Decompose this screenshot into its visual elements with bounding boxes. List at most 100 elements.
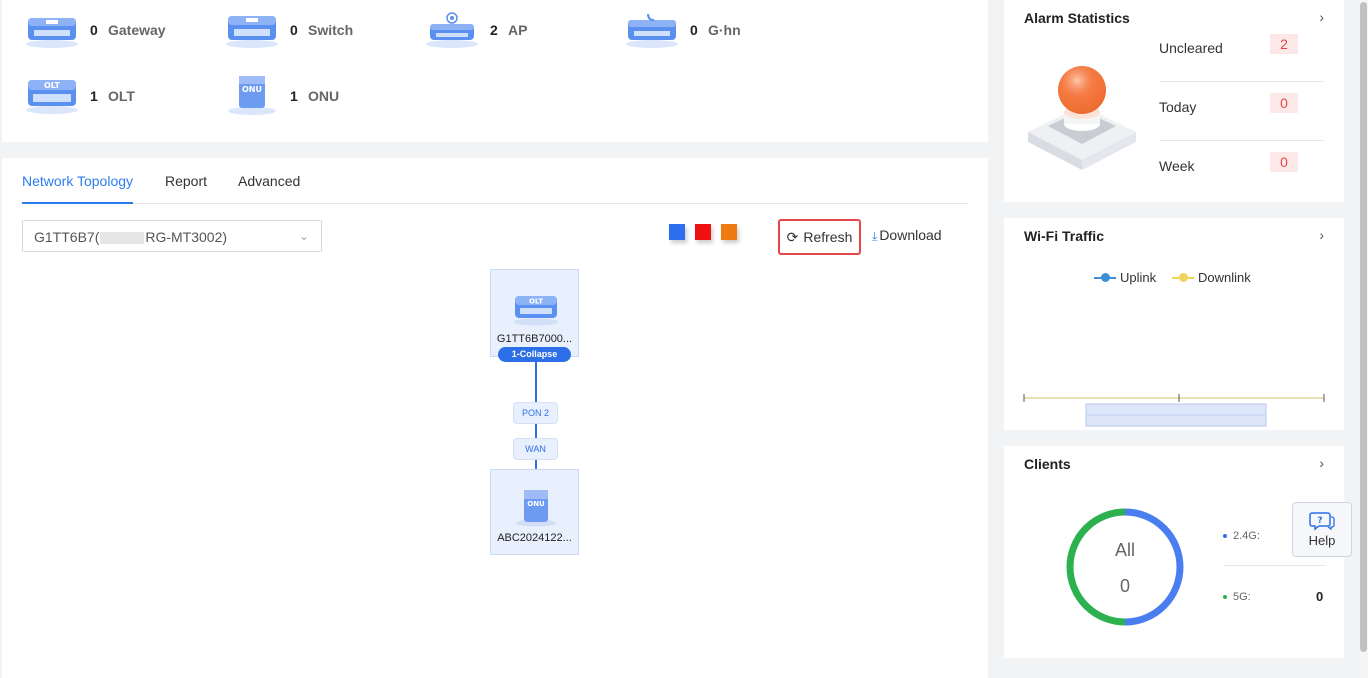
ap-icon xyxy=(424,10,480,50)
svg-text:?: ? xyxy=(1317,516,1322,526)
svg-text:OLT: OLT xyxy=(529,298,543,306)
port-wan: WAN xyxy=(513,438,558,460)
device-select[interactable]: G1TT6B7( RG-MT3002) ⌄ xyxy=(22,220,322,252)
active-tab-indicator xyxy=(22,202,133,204)
refresh-icon: ⟳ xyxy=(786,228,799,245)
legend-uplink-label: Uplink xyxy=(1120,270,1157,285)
svg-text:ONU: ONU xyxy=(242,85,262,94)
legend-uplink[interactable]: Uplink xyxy=(1094,270,1156,285)
tab-network-topology[interactable]: Network Topology xyxy=(22,173,133,189)
legend-downlink-label: Downlink xyxy=(1198,270,1251,285)
topology-panel: Network Topology Report Advanced G1TT6B7… xyxy=(2,158,988,678)
topology-node-olt[interactable]: OLT G1TT6B7000... xyxy=(490,269,579,357)
alarm-value: 0 xyxy=(1270,152,1298,172)
ap-count: 2 xyxy=(490,22,498,38)
ghn-label: G·hn xyxy=(708,22,741,38)
alarm-label: Today xyxy=(1159,99,1197,115)
device-summary-panel: 0 Gateway 0 Switch 2 AP 0 G·hn OLT 1 OLT… xyxy=(2,0,988,142)
clients-donut xyxy=(1066,508,1184,626)
wifi-traffic-card: Wi-Fi Traffic › Uplink Downlink xyxy=(1004,218,1344,430)
tab-advanced[interactable]: Advanced xyxy=(238,173,300,189)
collapse-button[interactable]: 1-Collapse xyxy=(498,347,571,362)
olt-icon: OLT xyxy=(24,76,80,116)
alarm-bell-illustration xyxy=(1028,66,1136,170)
download-label: Download xyxy=(879,227,942,243)
band-5g-label: 5G: xyxy=(1233,591,1251,603)
download-icon: ⤓ xyxy=(872,229,878,243)
switch-count: 0 xyxy=(290,22,298,38)
band-24g-label: 2.4G: xyxy=(1233,530,1260,542)
svg-text:ONU: ONU xyxy=(527,500,545,508)
device-olt[interactable]: OLT 1 OLT xyxy=(24,76,135,116)
downlink-line-icon xyxy=(1172,272,1194,282)
ghn-icon xyxy=(624,10,680,50)
legend-blue xyxy=(669,224,685,240)
help-button[interactable]: ? Help xyxy=(1292,502,1352,557)
chevron-down-icon: ⌄ xyxy=(298,229,309,243)
help-icon: ? xyxy=(1309,512,1335,531)
olt-icon: OLT xyxy=(514,296,558,326)
tab-bar: Network Topology Report Advanced xyxy=(22,158,968,204)
download-button[interactable]: ⤓ Download xyxy=(872,227,942,244)
refresh-button[interactable]: ⟳ Refresh xyxy=(778,219,861,255)
band-dot xyxy=(1223,595,1227,600)
alarm-statistics-card: Alarm Statistics › Uncleared 2 Today 0 W… xyxy=(1004,0,1344,202)
topology-node-olt-name: G1TT6B7000... xyxy=(496,333,573,345)
legend-downlink[interactable]: Downlink xyxy=(1172,270,1251,285)
refresh-label: Refresh xyxy=(803,229,853,245)
masked-serial xyxy=(100,232,145,245)
divider xyxy=(1223,565,1326,566)
switch-label: Switch xyxy=(308,22,354,38)
alarm-row-today[interactable]: Today 0 xyxy=(1159,81,1324,141)
gateway-icon xyxy=(24,10,80,50)
legend-red xyxy=(695,224,711,240)
svg-text:OLT: OLT xyxy=(44,81,61,90)
clients-title: Clients xyxy=(1024,456,1071,472)
alarm-value: 2 xyxy=(1270,34,1298,54)
alarm-row-uncleared[interactable]: Uncleared 2 xyxy=(1159,22,1324,82)
device-switch[interactable]: 0 Switch xyxy=(224,10,353,50)
ap-label: AP xyxy=(508,22,528,38)
device-ap[interactable]: 2 AP xyxy=(424,10,527,50)
onu-label: ONU xyxy=(308,88,340,104)
gateway-label: Gateway xyxy=(108,22,166,38)
topology-node-onu[interactable]: ONU ABC2024122... xyxy=(490,469,579,555)
device-onu[interactable]: ONU 1 ONU xyxy=(224,74,340,116)
clients-all-value: 0 xyxy=(1119,576,1130,596)
band-24g: 2.4G: xyxy=(1223,530,1260,542)
switch-icon xyxy=(224,10,280,50)
onu-icon: ONU xyxy=(224,74,280,116)
legend-orange xyxy=(721,224,737,240)
alarm-label: Week xyxy=(1159,158,1195,174)
alarm-row-week[interactable]: Week 0 xyxy=(1159,140,1324,200)
olt-count: 1 xyxy=(90,88,98,104)
band-dot xyxy=(1223,534,1227,539)
page-scrollbar[interactable] xyxy=(1359,0,1368,678)
alarm-label: Uncleared xyxy=(1159,40,1223,56)
device-ghn[interactable]: 0 G·hn xyxy=(624,10,741,50)
alarm-title: Alarm Statistics xyxy=(1024,10,1130,26)
chevron-right-icon[interactable]: › xyxy=(1319,455,1324,471)
uplink-line-icon xyxy=(1094,272,1116,282)
port-pon: PON 2 xyxy=(513,402,558,424)
device-select-prefix: G1TT6B7( xyxy=(34,229,100,245)
alarm-value: 0 xyxy=(1270,93,1298,113)
link-line xyxy=(535,424,537,438)
olt-label: OLT xyxy=(108,88,135,104)
help-label: Help xyxy=(1308,533,1336,548)
scrollbar-thumb[interactable] xyxy=(1360,2,1367,652)
gateway-count: 0 xyxy=(90,22,98,38)
device-gateway[interactable]: 0 Gateway xyxy=(24,10,166,50)
ghn-count: 0 xyxy=(690,22,698,38)
onu-icon: ONU xyxy=(516,490,556,527)
traffic-chart xyxy=(1023,394,1325,427)
tab-report[interactable]: Report xyxy=(165,173,207,189)
device-select-suffix: RG-MT3002) xyxy=(145,229,228,245)
band-5g-value: 0 xyxy=(1316,589,1324,604)
onu-count: 1 xyxy=(290,88,298,104)
band-5g: 5G: xyxy=(1223,591,1251,603)
topology-node-onu-name: ABC2024122... xyxy=(497,532,572,544)
link-line xyxy=(535,362,537,402)
chevron-right-icon[interactable]: › xyxy=(1319,227,1324,243)
clients-all-label: All xyxy=(1114,540,1135,560)
